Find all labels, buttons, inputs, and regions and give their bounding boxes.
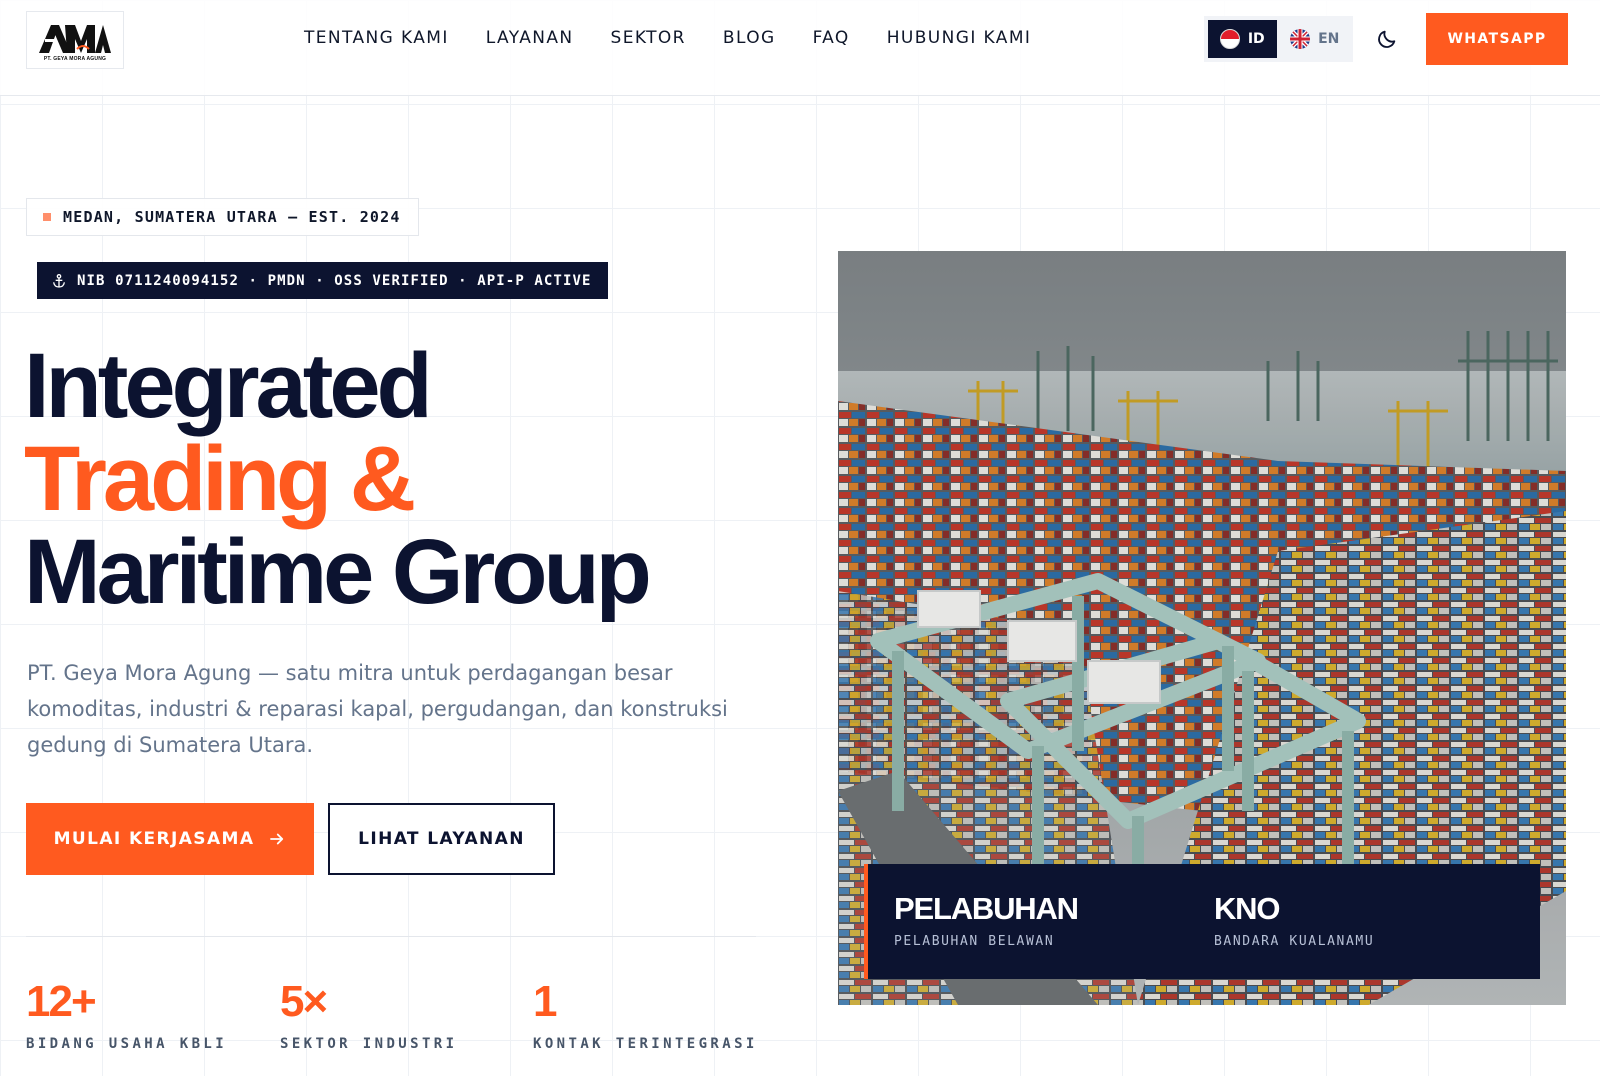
language-switcher: ID EN: [1204, 16, 1353, 62]
moon-icon: [1378, 30, 1396, 48]
site-header: PT. GEYA MORA AGUNG TENTANG KAMI LAYANAN…: [0, 0, 1600, 96]
nav-item-blog[interactable]: BLOG: [723, 28, 776, 48]
info-subtitle: BANDARA KUALANAMU: [1214, 934, 1375, 949]
nav-item-layanan[interactable]: LAYANAN: [486, 28, 574, 48]
arrow-right-icon: [270, 833, 284, 845]
uk-flag-icon: [1290, 29, 1311, 49]
registration-badge: NIB 0711240094152 · PMDN · OSS VERIFIED …: [37, 262, 608, 299]
stat-label: SEKTOR INDUSTRI: [280, 1036, 458, 1052]
info-item-airport: KNO BANDARA KUALANAMU: [1214, 892, 1534, 979]
language-code-en: EN: [1318, 31, 1340, 47]
stat-sectors: 5× SEKTOR INDUSTRI: [280, 977, 458, 1053]
location-info-card: PELABUHAN PELABUHAN BELAWAN KNO BANDARA …: [864, 864, 1540, 979]
info-title: KNO: [1214, 891, 1280, 926]
language-option-en[interactable]: EN: [1281, 20, 1350, 58]
start-partnership-label: MULAI KERJASAMA: [53, 829, 255, 849]
location-badge: MEDAN, SUMATERA UTARA — EST. 2024: [26, 198, 419, 236]
anchor-icon: [53, 273, 65, 288]
stats-divider: [26, 936, 756, 937]
nav-item-hubungi-kami[interactable]: HUBUNGI KAMI: [887, 28, 1032, 48]
indonesia-flag-icon: [1219, 29, 1240, 49]
stat-label: BIDANG USAHA KBLI: [26, 1036, 228, 1052]
stat-kbli: 12+ BIDANG USAHA KBLI: [26, 977, 228, 1053]
nav-item-sektor[interactable]: SEKTOR: [611, 28, 686, 48]
info-title: PELABUHAN: [894, 891, 1079, 926]
logo-mark-icon: [39, 24, 111, 53]
stat-contact: 1 KONTAK TERINTEGRASI: [533, 977, 758, 1053]
hero-description: PT. Geya Mora Agung — satu mitra untuk p…: [27, 661, 728, 757]
company-logo[interactable]: PT. GEYA MORA AGUNG: [26, 11, 124, 69]
stat-value: 5×: [280, 977, 328, 1026]
view-services-button[interactable]: LIHAT LAYANAN: [328, 803, 555, 875]
stat-label: KONTAK TERINTEGRASI: [533, 1036, 758, 1052]
start-partnership-button[interactable]: MULAI KERJASAMA: [26, 803, 314, 875]
location-text: MEDAN, SUMATERA UTARA — EST. 2024: [63, 208, 401, 226]
registration-text: NIB 0711240094152 · PMDN · OSS VERIFIED …: [77, 272, 592, 289]
nav-item-tentang-kami[interactable]: TENTANG KAMI: [304, 28, 449, 48]
main-nav: TENTANG KAMI LAYANAN SEKTOR BLOG FAQ HUB…: [304, 28, 1031, 48]
nav-item-faq[interactable]: FAQ: [813, 28, 850, 48]
whatsapp-button[interactable]: WHATSAPP: [1426, 13, 1568, 65]
info-item-port: PELABUHAN PELABUHAN BELAWAN: [894, 892, 1214, 979]
info-subtitle: PELABUHAN BELAWAN: [894, 934, 1055, 949]
hero-headline: Integrated Trading & Maritime Group: [24, 340, 784, 619]
language-code-id: ID: [1247, 31, 1265, 47]
stat-value: 1: [533, 977, 557, 1026]
theme-toggle-button[interactable]: [1374, 26, 1400, 52]
logo-caption: PT. GEYA MORA AGUNG: [43, 55, 107, 62]
stat-value: 12+: [26, 977, 97, 1026]
square-bullet-icon: [43, 213, 51, 221]
headline-line-1: Integrated: [24, 335, 433, 437]
headline-line-3: Maritime Group: [24, 521, 652, 623]
headline-line-2: Trading &: [24, 428, 416, 530]
language-option-id[interactable]: ID: [1208, 20, 1277, 58]
